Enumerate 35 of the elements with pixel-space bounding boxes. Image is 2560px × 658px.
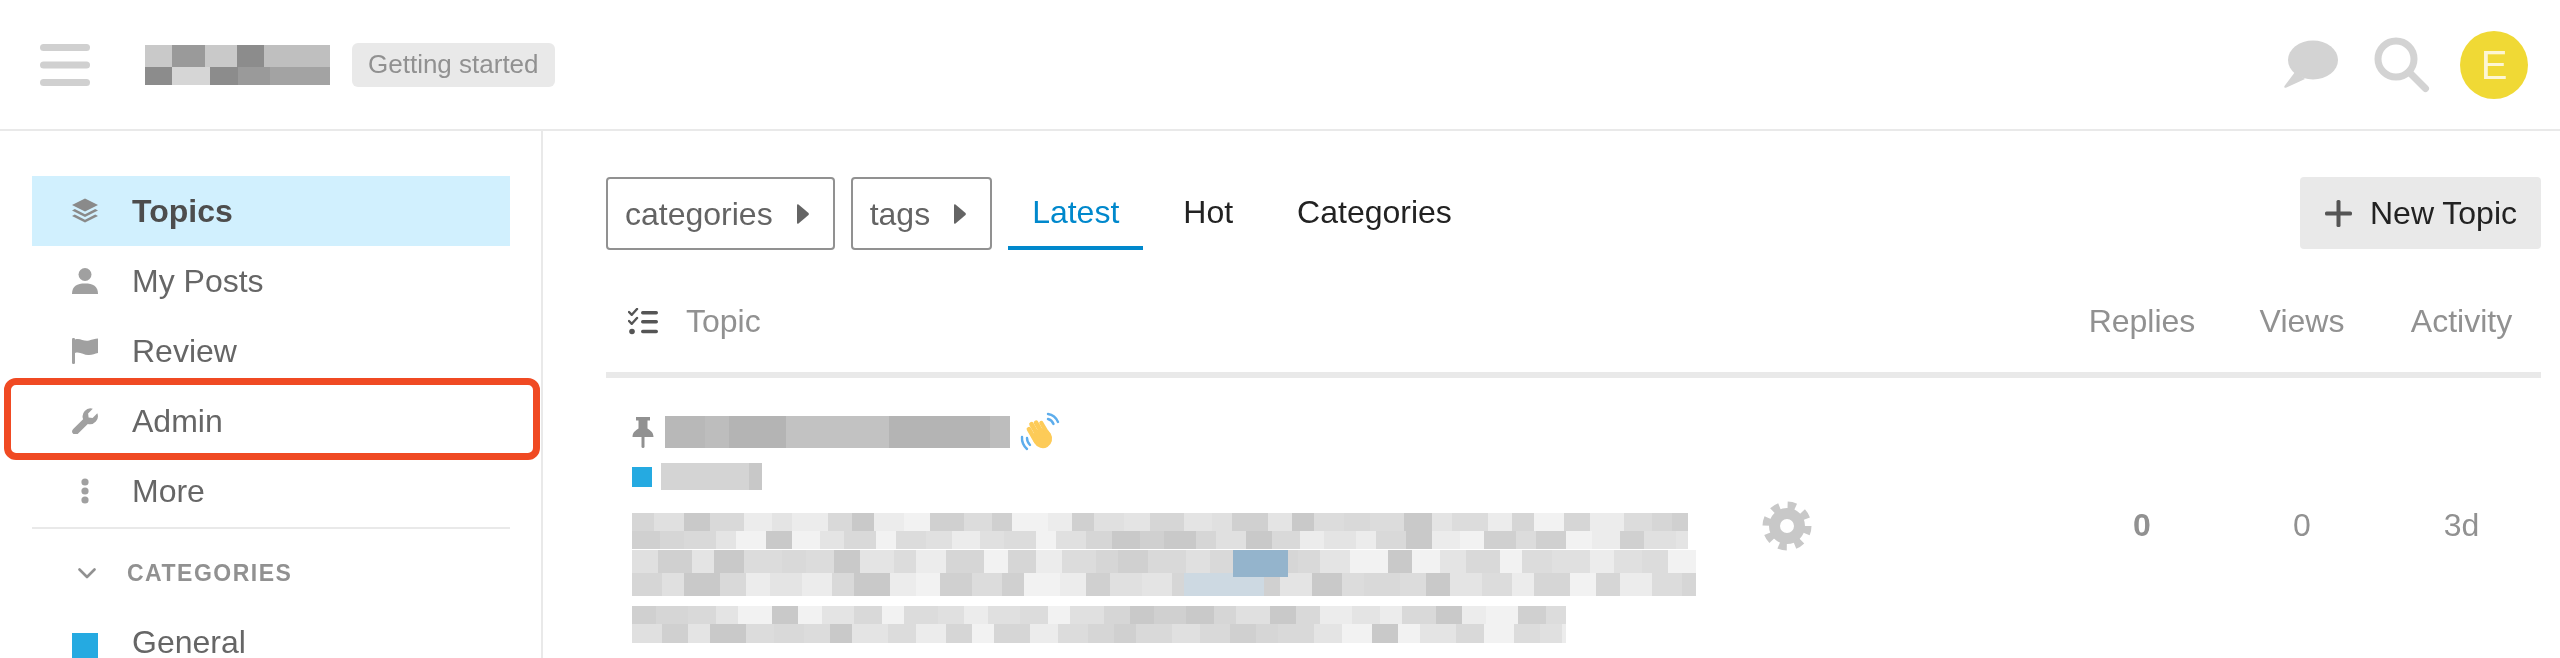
column-header[interactable]: Topic xyxy=(686,297,761,345)
column-header[interactable]: Views xyxy=(2259,297,2345,345)
section-toggle[interactable]: CATEGORIES xyxy=(32,529,510,618)
caret-icon xyxy=(796,203,809,224)
vertical-dots-icon xyxy=(81,478,89,504)
wrench-icon xyxy=(72,408,98,434)
column-header[interactable]: Replies xyxy=(2088,297,2196,345)
nav-tab[interactable]: Hot xyxy=(1159,177,1258,250)
user-icon xyxy=(72,268,98,294)
caret-icon xyxy=(954,203,967,224)
plus-icon xyxy=(2324,199,2352,227)
layers-icon xyxy=(72,198,98,224)
new-topic-button[interactable]: New Topic xyxy=(2299,177,2541,249)
activity-time[interactable]: 3d xyxy=(2443,507,2480,544)
column-header[interactable]: Activity xyxy=(2410,297,2513,345)
sidebar-item[interactable]: More xyxy=(32,456,510,526)
filter-dropdown[interactable]: tags xyxy=(850,177,993,250)
sidebar-item[interactable]: My Posts xyxy=(32,246,510,316)
waving-hand-icon xyxy=(1019,412,1060,452)
nav-tab[interactable]: Categories xyxy=(1273,177,1476,250)
flag-icon xyxy=(72,338,98,364)
chat-bubble-icon[interactable] xyxy=(2282,40,2338,89)
filter-dropdown[interactable]: categories xyxy=(606,177,835,250)
nav-tab[interactable]: Latest xyxy=(1008,177,1144,250)
sidebar-item[interactable]: Admin xyxy=(32,386,510,456)
views-count: 0 xyxy=(2293,507,2311,544)
gear-icon xyxy=(1762,501,1812,551)
search-icon[interactable] xyxy=(2374,36,2430,93)
sidebar-item[interactable]: Review xyxy=(32,316,510,386)
checklist-icon[interactable] xyxy=(628,307,658,335)
sidebar-item[interactable]: Topics xyxy=(32,176,510,246)
chevron-down-icon xyxy=(78,568,96,579)
replies-count: 0 xyxy=(2133,507,2151,544)
sidebar-category[interactable]: General xyxy=(32,618,510,658)
menu-icon[interactable] xyxy=(40,43,90,86)
